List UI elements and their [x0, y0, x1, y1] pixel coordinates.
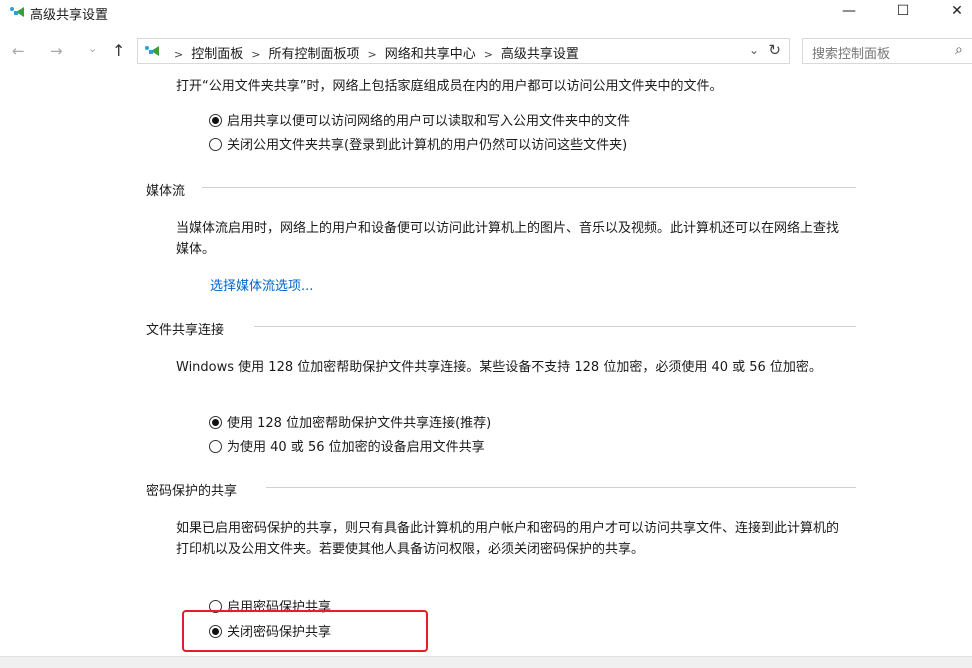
- encryption-40-56-option[interactable]: 为使用 40 或 56 位加密的设备启用文件共享: [209, 436, 485, 458]
- file-sharing-description: Windows 使用 128 位加密帮助保护文件共享连接。某些设备不支持 128…: [176, 360, 822, 375]
- window-title: 高级共享设置: [30, 8, 109, 23]
- address-bar[interactable]: > 控制面板 > 所有控制面板项 > 网络和共享中心 > 高级共享设置 ⌄ ↻: [137, 38, 790, 64]
- network-icon: [10, 7, 24, 17]
- password-protected-description: 如果已启用密码保护的共享，则只有具备此计算机的用户帐户和密码的用户才可以访问共享…: [176, 521, 840, 557]
- radio-button[interactable]: [209, 416, 222, 429]
- breadcrumb-separator[interactable]: >: [174, 48, 183, 61]
- breadcrumb-item-all-items[interactable]: 所有控制面板项: [268, 47, 359, 62]
- close-button[interactable]: ✕: [934, 0, 972, 24]
- highlight-annotation: [182, 610, 428, 652]
- breadcrumb-separator[interactable]: >: [367, 48, 376, 61]
- search-placeholder: 搜索控制面板: [812, 47, 891, 62]
- public-folder-disable-option[interactable]: 关闭公用文件夹共享(登录到此计算机的用户仍然可以访问这些文件夹): [209, 134, 627, 156]
- media-streaming-description: 当媒体流启用时，网络上的用户和设备便可以访问此计算机上的图片、音乐以及视频。此计…: [176, 221, 840, 257]
- navigation-bar: ← → ⌄ ↑ > 控制面板 > 所有控制面板项 > 网络和共享中心 > 高级共享设置 ⌄ ↻…: [0, 38, 972, 68]
- file-sharing-heading: 文件共享连接: [146, 323, 225, 338]
- media-streaming-options-link[interactable]: 选择媒体流选项...: [210, 275, 313, 294]
- settings-content: 打开“公用文件夹共享”时，网络上包括家庭组成员在内的用户都可以访问公用文件夹中的…: [0, 70, 972, 656]
- radio-button[interactable]: [209, 138, 222, 151]
- refresh-icon[interactable]: ↻: [768, 41, 781, 59]
- password-protected-heading: 密码保护的共享: [146, 484, 238, 499]
- radio-button[interactable]: [209, 114, 222, 127]
- title-bar: 高级共享设置 — ☐ ✕: [0, 0, 972, 24]
- bottom-button-bar: [0, 656, 972, 668]
- public-folder-description: 打开“公用文件夹共享”时，网络上包括家庭组成员在内的用户都可以访问公用文件夹中的…: [176, 79, 723, 94]
- breadcrumb: > 控制面板 > 所有控制面板项 > 网络和共享中心 > 高级共享设置: [166, 43, 579, 62]
- address-dropdown-icon[interactable]: ⌄: [749, 43, 759, 57]
- minimize-button[interactable]: —: [826, 0, 872, 24]
- section-divider: [266, 487, 856, 488]
- radio-label: 关闭公用文件夹共享(登录到此计算机的用户仍然可以访问这些文件夹): [227, 138, 628, 153]
- breadcrumb-item-control-panel[interactable]: 控制面板: [191, 47, 243, 62]
- maximize-button[interactable]: ☐: [880, 0, 926, 24]
- search-input[interactable]: 搜索控制面板 ⌕: [802, 38, 972, 64]
- breadcrumb-separator[interactable]: >: [251, 48, 260, 61]
- network-icon: [145, 46, 159, 56]
- breadcrumb-item-advanced-sharing[interactable]: 高级共享设置: [501, 47, 579, 62]
- breadcrumb-separator[interactable]: >: [484, 48, 493, 61]
- up-arrow-icon[interactable]: ↑: [112, 41, 125, 60]
- public-folder-enable-option[interactable]: 启用共享以便可以访问网络的用户可以读取和写入公用文件夹中的文件: [209, 110, 630, 132]
- section-divider: [202, 187, 856, 188]
- radio-label: 启用共享以便可以访问网络的用户可以读取和写入公用文件夹中的文件: [227, 114, 631, 129]
- radio-button[interactable]: [209, 440, 222, 453]
- media-streaming-heading: 媒体流: [146, 184, 186, 199]
- radio-label: 使用 128 位加密帮助保护文件共享连接(推荐): [227, 416, 492, 431]
- breadcrumb-item-network-center[interactable]: 网络和共享中心: [385, 47, 476, 62]
- encryption-128-option[interactable]: 使用 128 位加密帮助保护文件共享连接(推荐): [209, 412, 491, 434]
- recent-locations-chevron-icon[interactable]: ⌄: [88, 42, 97, 55]
- radio-label: 为使用 40 或 56 位加密的设备启用文件共享: [227, 440, 485, 455]
- back-arrow-icon[interactable]: ←: [12, 42, 25, 60]
- section-divider: [254, 326, 856, 327]
- search-icon[interactable]: ⌕: [955, 42, 963, 58]
- forward-arrow-icon[interactable]: →: [50, 42, 63, 60]
